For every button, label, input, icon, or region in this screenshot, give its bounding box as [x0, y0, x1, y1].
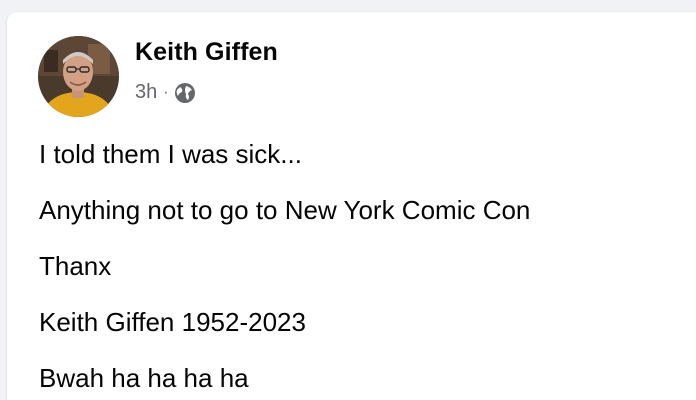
- post-body: I told them I was sick... Anything not t…: [39, 136, 530, 400]
- post-line: Bwah ha ha ha ha: [39, 363, 249, 393]
- meta-separator: ·: [163, 83, 169, 101]
- post-line: Keith Giffen 1952-2023: [39, 307, 306, 337]
- globe-icon[interactable]: [174, 82, 196, 104]
- post-line: Thanx: [39, 251, 112, 281]
- post-line: Anything not to go to New York Comic Con: [39, 195, 531, 225]
- author-avatar[interactable]: [38, 36, 119, 117]
- avatar-photo: [38, 36, 119, 117]
- feed-page: Keith Giffen 3h · I told them I was sick…: [0, 0, 696, 400]
- author-name-link[interactable]: Keith Giffen: [135, 38, 278, 67]
- post-timestamp-link[interactable]: 3h: [135, 81, 157, 104]
- post-card: Keith Giffen 3h · I told them I was sick…: [7, 12, 696, 400]
- post-meta: 3h ·: [135, 81, 196, 104]
- post-line: I told them I was sick...: [39, 139, 302, 169]
